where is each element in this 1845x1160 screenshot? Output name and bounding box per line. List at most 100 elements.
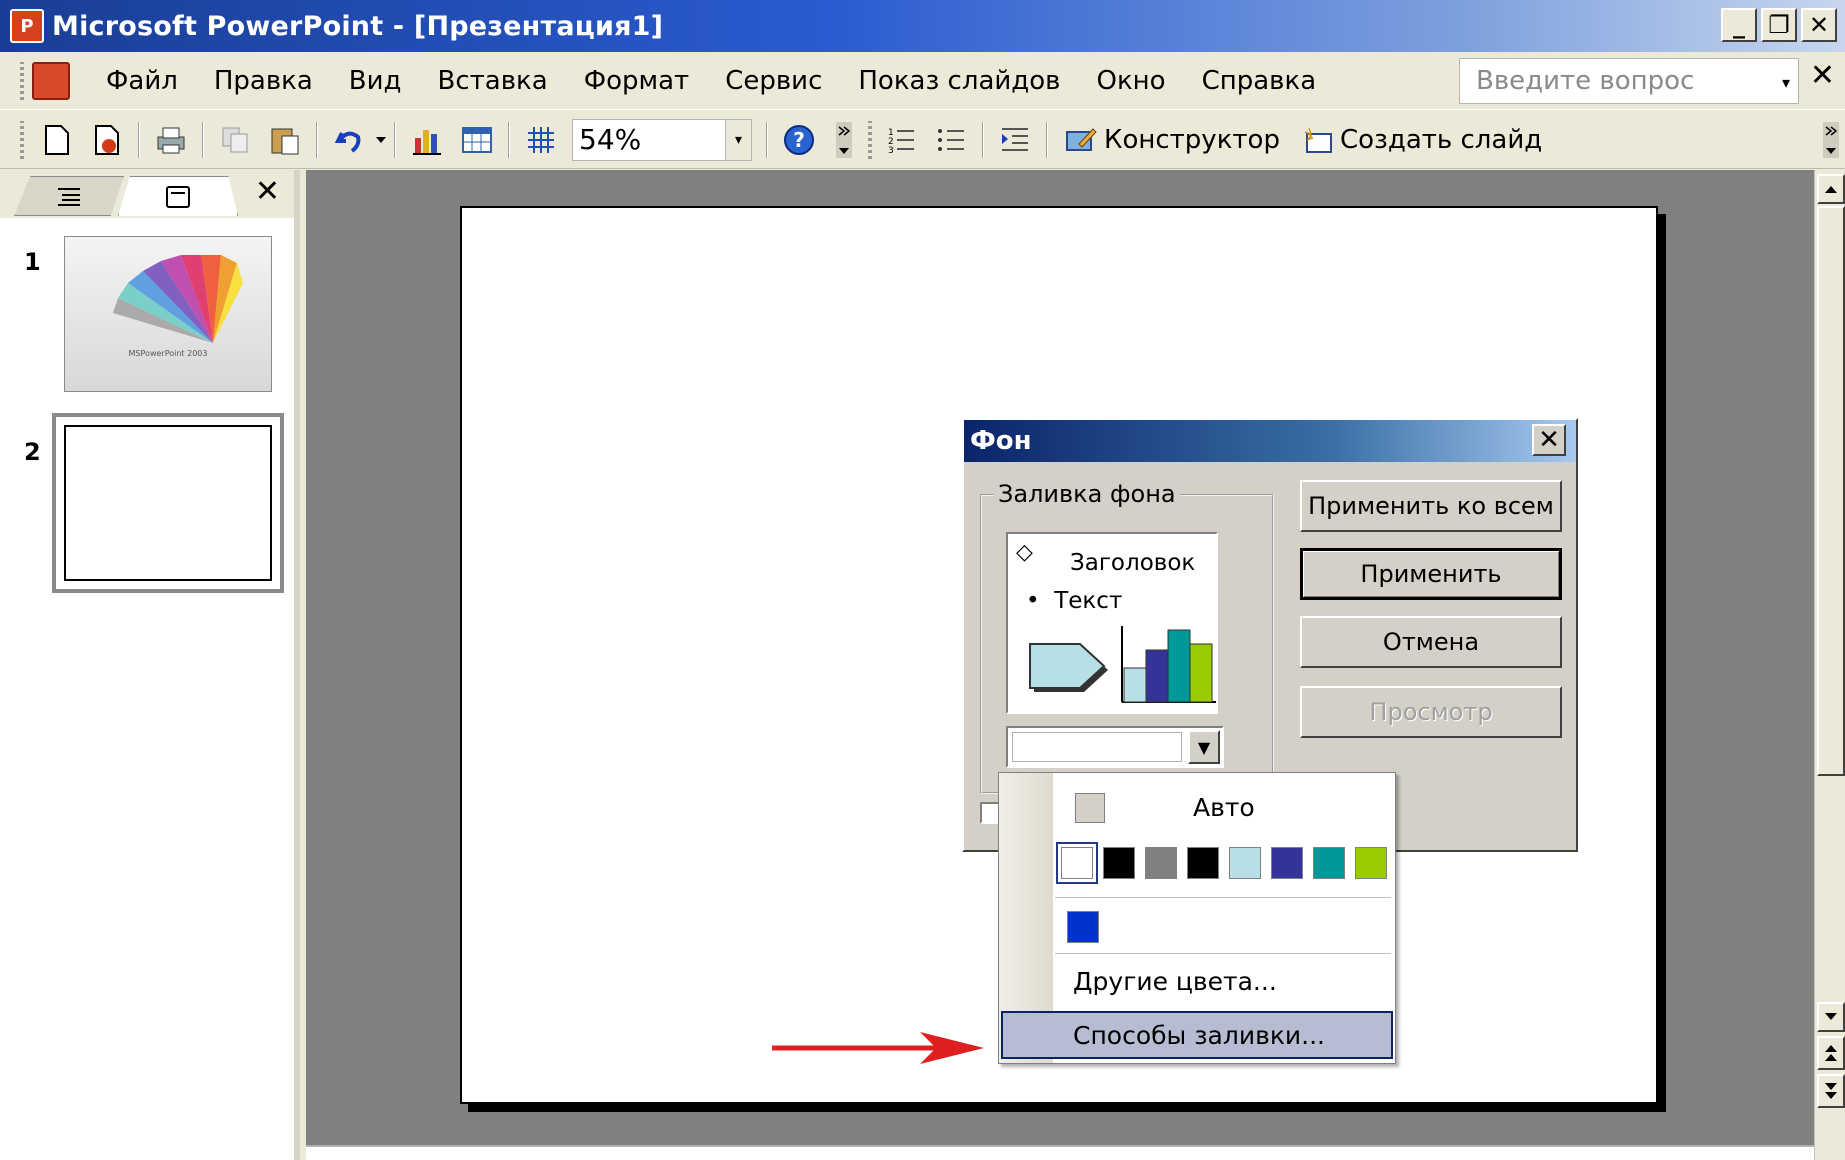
menu-tools[interactable]: Сервис xyxy=(707,66,840,96)
document-close-button[interactable]: ✕ xyxy=(1810,58,1835,93)
preview-button[interactable]: Просмотр xyxy=(1300,686,1562,738)
fill-color-field[interactable] xyxy=(1012,732,1182,762)
fill-effects-option[interactable]: Способы заливки... xyxy=(1001,1011,1393,1059)
toolbar-separator xyxy=(394,121,396,158)
toolbar-overflow-icon[interactable] xyxy=(1821,121,1841,158)
fill-color-dropdown-arrow-icon[interactable]: ▼ xyxy=(1188,730,1220,764)
toolbar-separator xyxy=(138,121,140,158)
menu-help[interactable]: Справка xyxy=(1184,66,1335,96)
window-controls: _ ❐ ✕ xyxy=(1721,8,1837,42)
zoom-combo[interactable]: 54% ▾ xyxy=(572,118,752,161)
zoom-dropdown-arrow-icon[interactable]: ▾ xyxy=(725,119,751,160)
color-swatch-row xyxy=(1056,842,1387,884)
new-slide-button[interactable]: Создать слайд xyxy=(1300,125,1542,155)
next-slide-icon[interactable] xyxy=(1817,1074,1845,1108)
menu-file[interactable]: Файл xyxy=(88,66,196,96)
numbering-icon[interactable]: 123 xyxy=(883,122,919,158)
background-fill-label: Заливка фона xyxy=(994,480,1180,508)
new-document-icon[interactable] xyxy=(39,122,75,158)
grid-icon[interactable] xyxy=(523,122,559,158)
menu-view[interactable]: Вид xyxy=(331,66,420,96)
toolbar-separator xyxy=(202,121,204,158)
title-bar: P Microsoft PowerPoint - [Презентация1] … xyxy=(0,0,1845,52)
toolbar-separator xyxy=(316,121,318,158)
minimize-button[interactable]: _ xyxy=(1721,8,1757,42)
permission-icon[interactable] xyxy=(89,122,125,158)
swatch-white[interactable] xyxy=(1056,842,1098,884)
new-slide-label: Создать слайд xyxy=(1339,124,1543,155)
document-icon[interactable] xyxy=(32,61,70,100)
increase-indent-icon[interactable] xyxy=(997,122,1033,158)
menu-window[interactable]: Окно xyxy=(1079,66,1184,96)
apply-to-all-button[interactable]: Применить ко всем xyxy=(1300,480,1562,532)
bullets-icon[interactable] xyxy=(933,122,969,158)
tab-slides[interactable] xyxy=(118,176,238,216)
tab-outline[interactable] xyxy=(14,176,124,216)
scroll-up-icon[interactable] xyxy=(1817,174,1845,204)
design-button[interactable]: Конструктор xyxy=(1064,125,1280,155)
paste-icon[interactable] xyxy=(267,122,303,158)
recent-colors-row xyxy=(1067,911,1099,943)
swatch-black[interactable] xyxy=(1103,847,1135,879)
swatch-lime[interactable] xyxy=(1355,847,1387,879)
help-placeholder: Введите вопрос xyxy=(1476,66,1695,96)
preview-text: • Текст xyxy=(1026,588,1122,614)
print-icon[interactable] xyxy=(153,122,189,158)
apply-button[interactable]: Применить xyxy=(1300,548,1562,600)
toolbar-grip[interactable] xyxy=(20,120,24,159)
undo-icon[interactable] xyxy=(331,122,367,158)
panel-close-button[interactable]: ✕ xyxy=(255,174,280,209)
vertical-scrollbar[interactable] xyxy=(1814,170,1845,1160)
toolbar-separator xyxy=(982,121,984,158)
design-icon xyxy=(1064,125,1098,155)
scroll-down-icon[interactable] xyxy=(1817,1002,1845,1032)
fill-color-combo[interactable]: ▼ xyxy=(1006,726,1224,768)
slide-thumbnail-2-selected[interactable] xyxy=(52,413,284,593)
dialog-title-bar[interactable]: Фон ✕ xyxy=(964,420,1576,462)
powerpoint-app-icon[interactable]: P xyxy=(10,9,44,43)
slide-thumbnail-1[interactable]: MSPowerPoint 2003 xyxy=(64,236,272,392)
close-window-button[interactable]: ✕ xyxy=(1801,8,1837,42)
auto-color-swatch[interactable] xyxy=(1075,793,1105,823)
formatting-toolbar-grip[interactable] xyxy=(868,120,872,159)
swatch-black-2[interactable] xyxy=(1187,847,1219,879)
restore-button[interactable]: ❐ xyxy=(1761,8,1797,42)
menu-edit[interactable]: Правка xyxy=(196,66,331,96)
fill-color-menu: Авто Другие цвета... Способы заливки... xyxy=(998,772,1396,1064)
zoom-value: 54% xyxy=(579,123,642,156)
toolbar-options-icon[interactable] xyxy=(834,121,854,158)
notes-pane-edge[interactable] xyxy=(306,1145,1814,1160)
swatch-light-blue[interactable] xyxy=(1229,847,1261,879)
menu-slideshow[interactable]: Показ слайдов xyxy=(840,66,1078,96)
cancel-button[interactable]: Отмена xyxy=(1300,616,1562,668)
menubar-grip[interactable] xyxy=(20,61,24,100)
dialog-close-button[interactable]: ✕ xyxy=(1532,424,1566,456)
red-pointer-arrow-icon xyxy=(772,1032,984,1064)
swatch-indigo[interactable] xyxy=(1271,847,1303,879)
menu-bar: Файл Правка Вид Вставка Формат Сервис По… xyxy=(0,52,1845,110)
slide-thumbnail-2[interactable] xyxy=(64,425,272,581)
new-slide-icon xyxy=(1300,125,1334,155)
more-colors-option[interactable]: Другие цвета... xyxy=(1073,967,1277,996)
insert-table-icon[interactable] xyxy=(459,122,495,158)
undo-dropdown-icon[interactable] xyxy=(374,122,388,158)
swatch-blue[interactable] xyxy=(1067,911,1099,943)
insert-chart-icon[interactable] xyxy=(409,122,445,158)
help-icon[interactable]: ? xyxy=(781,122,817,158)
standard-toolbar: 54% ▾ ? 123 Конструктор Создать слайд xyxy=(0,111,1845,169)
outline-icon xyxy=(58,188,80,206)
preview-pentagon-shape xyxy=(1029,643,1108,692)
previous-slide-icon[interactable] xyxy=(1817,1036,1845,1070)
scrollbar-thumb[interactable] xyxy=(1817,206,1845,776)
copy-icon[interactable] xyxy=(217,122,253,158)
menu-format[interactable]: Формат xyxy=(566,66,708,96)
auto-color-option[interactable]: Авто xyxy=(1193,793,1255,822)
menu-insert[interactable]: Вставка xyxy=(420,66,566,96)
background-preview: ◇ Заголовок • Текст xyxy=(1006,532,1218,714)
help-question-input[interactable]: Введите вопрос ▾ xyxy=(1459,58,1799,104)
slide-thumbnail-1-title: MSPowerPoint 2003 xyxy=(128,349,208,358)
swatch-gray[interactable] xyxy=(1145,847,1177,879)
toolbar-separator xyxy=(1046,121,1048,158)
swatch-teal[interactable] xyxy=(1313,847,1345,879)
help-dropdown-arrow-icon[interactable]: ▾ xyxy=(1782,73,1790,92)
